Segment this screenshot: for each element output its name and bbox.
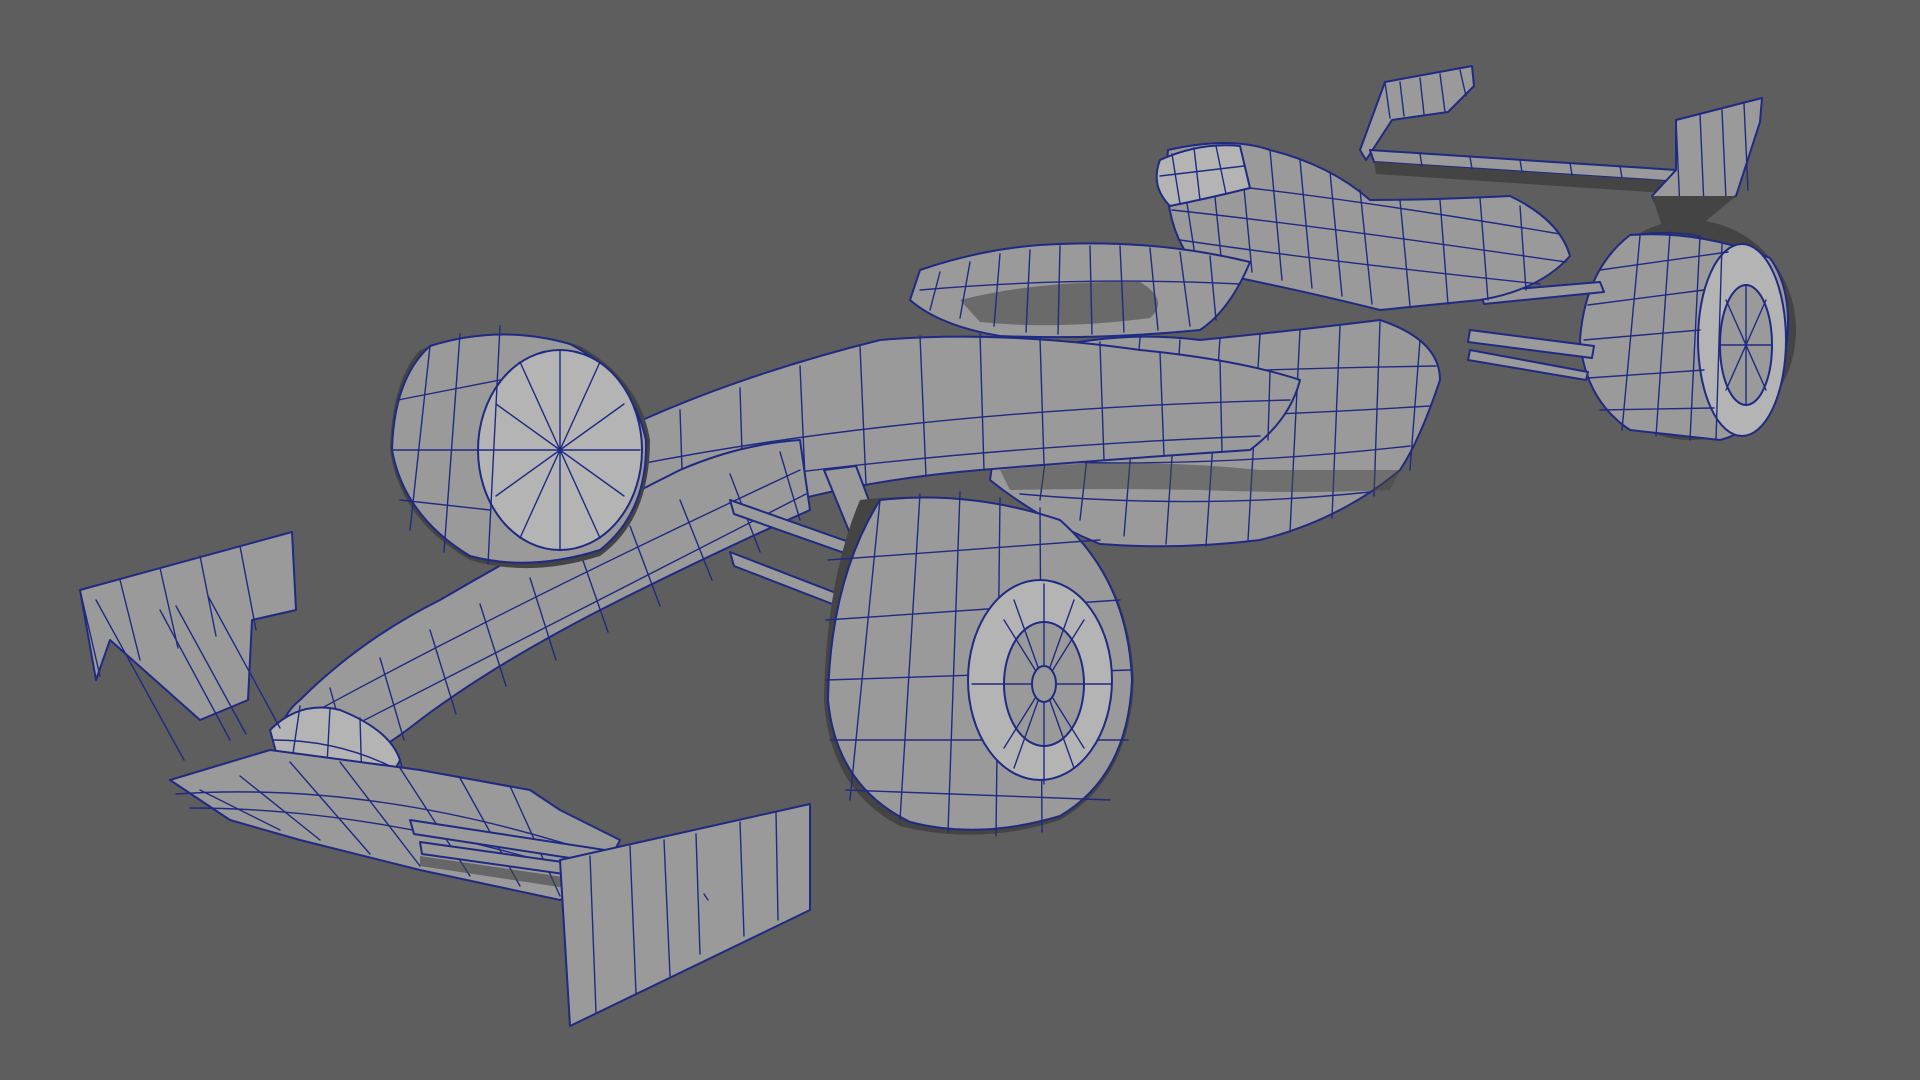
front-right-wheel[interactable]	[824, 491, 1134, 837]
front-left-wheel[interactable]	[390, 325, 650, 569]
rear-right-wheel[interactable]	[1579, 220, 1796, 441]
3d-viewport[interactable]	[0, 0, 1920, 1080]
car-wireframe-model[interactable]	[0, 0, 1920, 1080]
cockpit[interactable]	[909, 242, 1251, 339]
